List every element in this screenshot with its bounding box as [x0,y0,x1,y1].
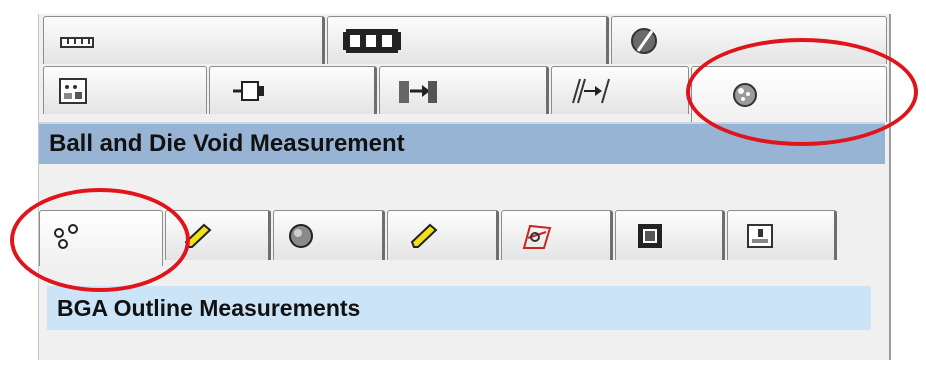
package-icon [746,223,774,249]
tab-package[interactable] [727,210,837,260]
image-adjust-icon [58,77,88,105]
tab-film-strip[interactable] [327,16,609,64]
tab-die-void[interactable] [501,210,613,260]
pencil-icon [410,223,440,249]
tab-chip[interactable] [615,210,725,260]
skew-arrow-icon [570,77,612,105]
tab-ruler[interactable] [43,16,325,64]
align-arrow-icon [398,77,438,105]
chip-icon [636,222,664,250]
sub-header-label: BGA Outline Measurements [57,294,361,321]
sub-header: BGA Outline Measurements [47,286,871,330]
ruler-icon [60,37,94,48]
tab-pencil-2[interactable] [387,210,499,260]
section-header-label: Ball and Die Void Measurement [49,130,405,157]
ball-slash-icon [630,27,658,55]
tab-ball[interactable] [273,210,385,260]
tab-pin-connector[interactable] [209,66,377,114]
die-void-icon [520,222,554,250]
pin-connector-icon [232,78,266,104]
ball-icon [288,223,314,249]
highlight-ring [686,38,918,146]
tab-align-arrow[interactable] [379,66,549,114]
tab-image-adjust[interactable] [43,66,207,114]
tab-skew-arrow[interactable] [551,66,689,114]
highlight-ring [10,188,190,292]
film-strip-icon [342,28,402,53]
